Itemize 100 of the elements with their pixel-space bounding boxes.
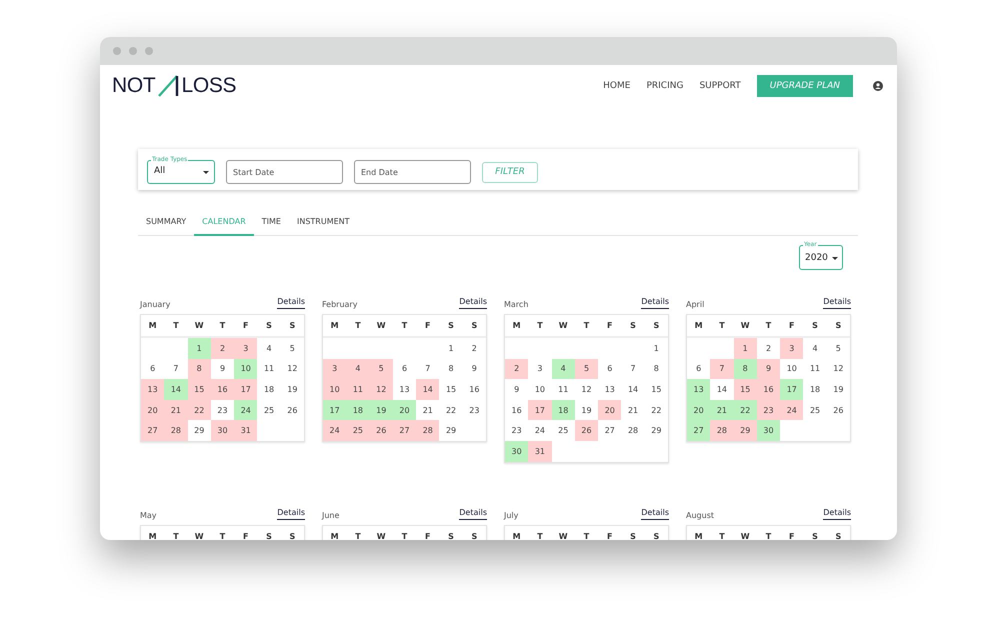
- day-cell[interactable]: 21: [710, 400, 734, 420]
- tab[interactable]: TIME: [254, 212, 289, 236]
- day-cell[interactable]: 15: [188, 379, 211, 400]
- day-cell[interactable]: 23: [210, 400, 234, 420]
- day-cell[interactable]: 7: [164, 358, 188, 380]
- day-cell[interactable]: 23: [462, 400, 486, 420]
- day-cell[interactable]: 26: [826, 400, 850, 420]
- day-cell[interactable]: 29: [439, 420, 463, 441]
- details-link[interactable]: Details: [641, 508, 669, 520]
- day-cell[interactable]: 10: [234, 358, 258, 380]
- day-cell[interactable]: 4: [803, 338, 827, 359]
- day-cell[interactable]: 27: [598, 420, 622, 441]
- day-cell[interactable]: 20: [687, 400, 710, 420]
- day-cell[interactable]: 10: [323, 379, 346, 400]
- day-cell[interactable]: 14: [164, 379, 188, 400]
- day-cell[interactable]: 11: [257, 358, 281, 380]
- day-cell[interactable]: 18: [346, 400, 370, 420]
- day-cell[interactable]: 11: [803, 358, 827, 380]
- day-cell[interactable]: 1: [439, 338, 463, 359]
- day-cell[interactable]: 20: [598, 400, 622, 420]
- day-cell[interactable]: 19: [280, 379, 304, 400]
- day-cell[interactable]: 24: [323, 420, 346, 441]
- day-cell[interactable]: 17: [234, 379, 258, 400]
- day-cell[interactable]: 16: [210, 379, 234, 400]
- day-cell[interactable]: 25: [346, 420, 370, 441]
- day-cell[interactable]: 11: [552, 379, 575, 400]
- day-cell[interactable]: 26: [280, 400, 304, 420]
- nav-link[interactable]: SUPPORT: [699, 81, 741, 91]
- day-cell[interactable]: 20: [392, 400, 416, 420]
- day-cell[interactable]: 28: [164, 420, 188, 441]
- day-cell[interactable]: 11: [346, 379, 370, 400]
- day-cell[interactable]: 19: [370, 400, 393, 420]
- day-cell[interactable]: 14: [710, 379, 734, 400]
- day-cell[interactable]: 13: [598, 379, 622, 400]
- day-cell[interactable]: 25: [257, 400, 281, 420]
- day-cell[interactable]: 12: [826, 358, 850, 380]
- day-cell[interactable]: 4: [257, 338, 281, 359]
- day-cell[interactable]: 17: [323, 400, 346, 420]
- day-cell[interactable]: 5: [574, 358, 598, 380]
- day-cell[interactable]: 23: [756, 400, 780, 420]
- tab[interactable]: SUMMARY: [138, 212, 194, 236]
- day-cell[interactable]: 7: [621, 358, 645, 380]
- day-cell[interactable]: 16: [505, 400, 528, 420]
- day-cell[interactable]: 7: [416, 358, 440, 380]
- day-cell[interactable]: 27: [392, 420, 416, 441]
- day-cell[interactable]: 15: [734, 379, 757, 400]
- day-cell[interactable]: 2: [210, 338, 234, 359]
- day-cell[interactable]: 5: [280, 338, 304, 359]
- day-cell[interactable]: 30: [210, 420, 234, 441]
- day-cell[interactable]: 20: [141, 400, 164, 420]
- day-cell[interactable]: 12: [574, 379, 598, 400]
- details-link[interactable]: Details: [459, 297, 487, 309]
- day-cell[interactable]: 9: [756, 358, 780, 380]
- day-cell[interactable]: 16: [756, 379, 780, 400]
- tab[interactable]: INSTRUMENT: [288, 212, 358, 236]
- details-link[interactable]: Details: [641, 297, 669, 309]
- account-icon[interactable]: [873, 81, 883, 91]
- nav-link[interactable]: PRICING: [646, 81, 684, 91]
- day-cell[interactable]: 16: [462, 379, 486, 400]
- day-cell[interactable]: 4: [552, 358, 575, 380]
- day-cell[interactable]: 13: [392, 379, 416, 400]
- day-cell[interactable]: 10: [780, 358, 804, 380]
- end-date-field[interactable]: End Date: [354, 160, 471, 184]
- day-cell[interactable]: 28: [416, 420, 440, 441]
- details-link[interactable]: Details: [277, 297, 305, 309]
- day-cell[interactable]: 15: [644, 379, 668, 400]
- day-cell[interactable]: 12: [370, 379, 393, 400]
- day-cell[interactable]: 21: [416, 400, 440, 420]
- day-cell[interactable]: 15: [439, 379, 463, 400]
- day-cell[interactable]: 1: [734, 338, 757, 359]
- start-date-field[interactable]: Start Date: [226, 160, 343, 184]
- day-cell[interactable]: 24: [528, 420, 552, 441]
- day-cell[interactable]: 9: [210, 358, 234, 380]
- day-cell[interactable]: 31: [528, 440, 552, 462]
- day-cell[interactable]: 26: [574, 420, 598, 441]
- day-cell[interactable]: 18: [803, 379, 827, 400]
- day-cell[interactable]: 7: [710, 358, 734, 380]
- day-cell[interactable]: 6: [141, 358, 164, 380]
- nav-link[interactable]: HOME: [603, 81, 630, 91]
- day-cell[interactable]: 3: [323, 358, 346, 380]
- day-cell[interactable]: 2: [756, 338, 780, 359]
- day-cell[interactable]: 3: [528, 358, 552, 380]
- day-cell[interactable]: 22: [188, 400, 211, 420]
- day-cell[interactable]: 8: [644, 358, 668, 380]
- details-link[interactable]: Details: [823, 508, 851, 520]
- day-cell[interactable]: 29: [188, 420, 211, 441]
- day-cell[interactable]: 25: [552, 420, 575, 441]
- day-cell[interactable]: 22: [644, 400, 668, 420]
- day-cell[interactable]: 21: [164, 400, 188, 420]
- day-cell[interactable]: 1: [188, 338, 211, 359]
- day-cell[interactable]: 6: [687, 358, 710, 380]
- day-cell[interactable]: 19: [826, 379, 850, 400]
- day-cell[interactable]: 5: [370, 358, 393, 380]
- day-cell[interactable]: 25: [803, 400, 827, 420]
- day-cell[interactable]: 22: [734, 400, 757, 420]
- day-cell[interactable]: 13: [687, 379, 710, 400]
- day-cell[interactable]: 23: [505, 420, 528, 441]
- day-cell[interactable]: 3: [780, 338, 804, 359]
- day-cell[interactable]: 12: [280, 358, 304, 380]
- details-link[interactable]: Details: [459, 508, 487, 520]
